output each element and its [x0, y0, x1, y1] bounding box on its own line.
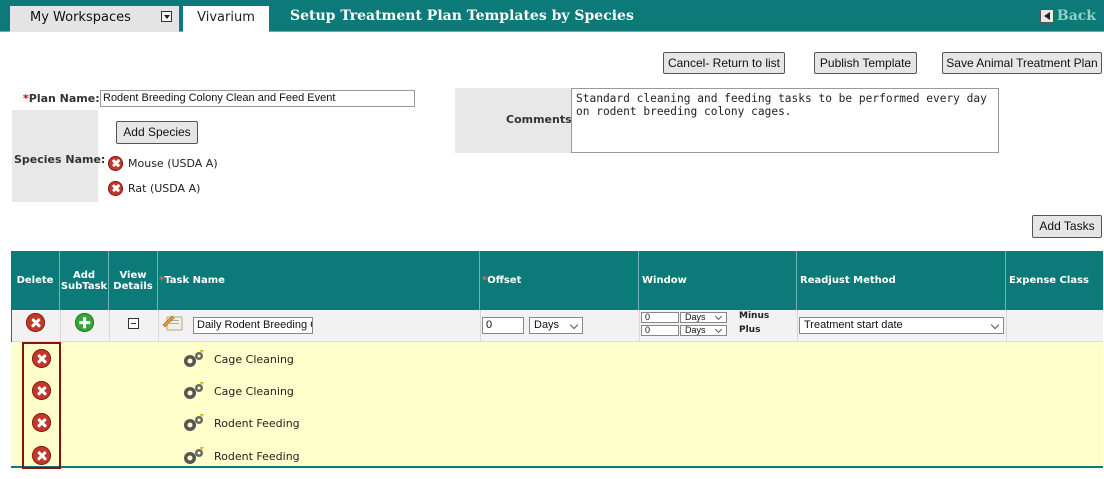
divider — [109, 310, 110, 342]
my-workspaces-tab[interactable]: My Workspaces — [10, 6, 179, 32]
delete-subtask-icon[interactable] — [32, 381, 51, 400]
window-minus-label: Minus — [739, 311, 770, 321]
col-offset: * Offset — [480, 251, 639, 310]
col-task-name: * Task Name — [158, 251, 480, 310]
col-window-label: Window — [642, 275, 687, 286]
col-delete: Delete — [11, 251, 60, 310]
offset-value-input[interactable]: 0 — [482, 317, 524, 334]
window-plus-unit-select[interactable]: Days — [680, 325, 727, 336]
page-title: Setup Treatment Plan Templates by Specie… — [290, 8, 634, 24]
window-minus-input[interactable]: 0 — [641, 312, 679, 323]
col-add-subtask: Add SubTask — [60, 251, 109, 310]
window-plus-label: Plus — [739, 325, 761, 335]
col-delete-label: Delete — [16, 275, 54, 286]
subtask-row: Rodent Feeding — [180, 446, 300, 466]
col-view-details: View Details — [109, 251, 158, 310]
remove-species-icon[interactable] — [108, 155, 123, 171]
cancel-return-button[interactable]: Cancel- Return to list — [663, 52, 785, 74]
col-add-subtask-label-2: SubTask — [60, 280, 108, 292]
plan-name-input[interactable]: Rodent Breeding Colony Clean and Feed Ev… — [100, 90, 415, 107]
back-arrow-icon — [1039, 9, 1054, 23]
delete-subtask-icon[interactable] — [32, 413, 51, 432]
task-name-input[interactable]: Daily Rodent Breeding C — [193, 317, 313, 334]
divider — [480, 310, 481, 342]
col-readjust-label: Readjust Method — [800, 275, 896, 286]
gears-icon — [184, 350, 204, 367]
gears-icon — [184, 414, 204, 431]
subtask-name: Rodent Feeding — [214, 416, 300, 430]
publish-template-button[interactable]: Publish Template — [814, 52, 917, 74]
readjust-method-select[interactable]: Treatment start date — [799, 317, 1004, 334]
divider — [797, 310, 798, 342]
save-treatment-plan-button[interactable]: Save Animal Treatment Plan — [942, 52, 1102, 74]
add-tasks-button[interactable]: Add Tasks — [1032, 215, 1102, 238]
subtask-area — [11, 342, 1103, 468]
col-view-details-label-2: Details — [113, 280, 153, 292]
window-plus-input[interactable]: 0 — [641, 325, 679, 336]
remove-species-icon[interactable] — [108, 180, 123, 196]
col-expense: Expense Class — [1006, 251, 1103, 310]
species-item: Mouse (USDA A) — [108, 154, 218, 172]
divider — [60, 310, 61, 342]
subtask-name: Rodent Feeding — [214, 449, 300, 463]
gears-icon — [184, 382, 204, 399]
comments-label: Comments: — [506, 113, 577, 126]
comments-textarea[interactable]: Standard cleaning and feeding tasks to b… — [571, 88, 999, 153]
add-species-button[interactable]: Add Species — [116, 121, 198, 144]
col-task-name-label: Task Name — [164, 275, 225, 286]
delete-subtask-icon[interactable] — [32, 349, 51, 368]
species-item: Rat (USDA A) — [108, 179, 200, 197]
subtask-row: Cage Cleaning — [180, 349, 294, 369]
back-label: Back — [1056, 8, 1096, 24]
species-item-label: Mouse (USDA A) — [128, 156, 218, 170]
col-view-details-label-1: View — [119, 269, 147, 281]
divider — [158, 310, 159, 342]
my-workspaces-label: My Workspaces — [30, 10, 131, 25]
add-subtask-icon[interactable] — [75, 313, 94, 332]
plan-name-label-text: Plan Name: — [28, 92, 100, 105]
col-expense-label: Expense Class — [1009, 275, 1089, 286]
gears-icon — [184, 447, 204, 464]
subtask-row: Rodent Feeding — [180, 413, 300, 433]
collapse-details-icon[interactable] — [128, 318, 139, 329]
delete-subtask-icon[interactable] — [32, 446, 51, 465]
subtask-row: Cage Cleaning — [180, 381, 294, 401]
task-template-icon — [162, 315, 183, 331]
subtask-name: Cage Cleaning — [214, 352, 294, 366]
divider — [639, 310, 640, 342]
plan-name-label: *Plan Name: — [23, 92, 100, 105]
species-item-label: Rat (USDA A) — [128, 181, 201, 195]
species-name-label: Species Name: — [14, 153, 106, 166]
divider — [1006, 310, 1007, 342]
chevron-down-icon[interactable] — [161, 11, 172, 22]
delete-task-icon[interactable] — [26, 313, 45, 332]
vivarium-tab[interactable]: Vivarium — [183, 6, 269, 32]
subtask-name: Cage Cleaning — [214, 384, 294, 398]
col-window: Window — [639, 251, 797, 310]
col-offset-label: Offset — [487, 275, 522, 286]
back-button[interactable]: Back — [1039, 6, 1096, 26]
col-readjust: Readjust Method — [797, 251, 1006, 310]
col-add-subtask-label-1: Add — [72, 269, 96, 281]
window-minus-unit-select[interactable]: Days — [680, 312, 727, 323]
offset-unit-select[interactable]: Days — [529, 317, 583, 334]
